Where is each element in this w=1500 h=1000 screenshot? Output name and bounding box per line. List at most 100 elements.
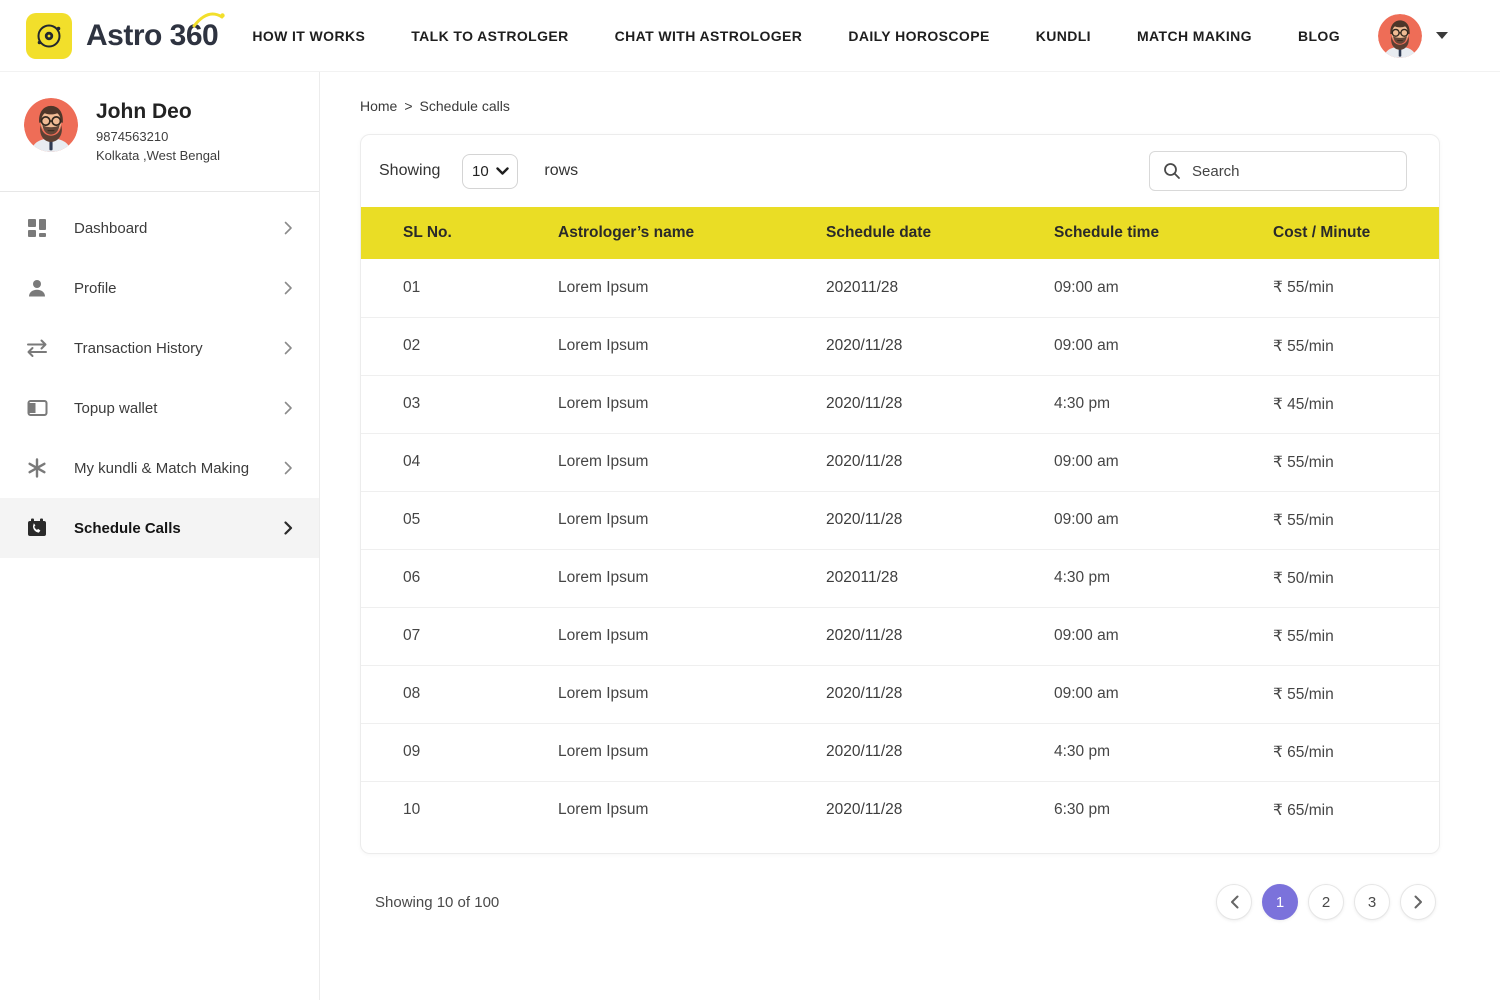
schedule-calls-icon [26,518,48,538]
cell-cost: ₹ 55/min [1231,665,1439,723]
pagination: 123 [1216,884,1436,920]
cell-date: 202011/28 [784,549,1012,607]
nav-link-chat-with-astrologer[interactable]: CHAT WITH ASTROLOGER [615,28,803,44]
chevron-right-icon [284,461,293,475]
chevron-right-icon [284,341,293,355]
table-row: 02Lorem Ipsum2020/11/2809:00 am₹ 55/min [361,317,1439,375]
cell-cost: ₹ 55/min [1231,259,1439,317]
cell-date: 2020/11/28 [784,491,1012,549]
sidebar-item-dashboard[interactable]: Dashboard [0,198,319,258]
cell-sl: 07 [361,607,516,665]
cell-time: 09:00 am [1012,433,1231,491]
chevron-right-icon [284,281,293,295]
cell-name: Lorem Ipsum [516,549,784,607]
search-input[interactable] [1192,163,1393,180]
table-row: 08Lorem Ipsum2020/11/2809:00 am₹ 55/min [361,665,1439,723]
cell-time: 09:00 am [1012,665,1231,723]
cell-date: 202011/28 [784,259,1012,317]
pagination-page-3[interactable]: 3 [1354,884,1390,920]
sidebar-item-label: Profile [74,280,117,297]
breadcrumb-home[interactable]: Home [360,98,397,114]
logo[interactable]: Astro 360 [26,13,218,59]
cell-date: 2020/11/28 [784,317,1012,375]
profile-avatar [24,98,78,152]
cell-cost: ₹ 65/min [1231,781,1439,839]
cell-name: Lorem Ipsum [516,723,784,781]
table-row: 04Lorem Ipsum2020/11/2809:00 am₹ 55/min [361,433,1439,491]
breadcrumb-current: Schedule calls [420,98,510,114]
sidebar-item-label: Schedule Calls [74,520,181,537]
cell-sl: 03 [361,375,516,433]
sidebar-item-profile[interactable]: Profile [0,258,319,318]
nav-links: HOW IT WORKS TALK TO ASTROLGER CHAT WITH A… [252,28,1340,44]
sidebar-item-label: Topup wallet [74,400,157,417]
table-row: 05Lorem Ipsum2020/11/2809:00 am₹ 55/min [361,491,1439,549]
cell-sl: 08 [361,665,516,723]
table-header: SL No.Astrologer’s nameSchedule dateSche… [361,207,1439,259]
table-row: 03Lorem Ipsum2020/11/284:30 pm₹ 45/min [361,375,1439,433]
cell-date: 2020/11/28 [784,433,1012,491]
sidebar: John Deo 9874563210 Kolkata ,West Bengal… [0,72,320,1000]
sidebar-menu: Dashboard Profile Transaction History Topup… [0,198,319,558]
logo-text: Astro 360 [86,19,218,53]
nav-link-kundli[interactable]: KUNDLI [1036,28,1091,44]
rows-per-page-select[interactable]: 10 [462,154,518,189]
nav-link-how-it-works[interactable]: HOW IT WORKS [252,28,365,44]
kundli-icon [26,458,48,478]
cell-date: 2020/11/28 [784,607,1012,665]
rows-label: rows [544,162,578,180]
main-content: Home > Schedule calls Showing 10 rows [321,72,1500,1000]
cell-time: 4:30 pm [1012,375,1231,433]
search-box [1149,151,1407,191]
chevron-right-icon [284,221,293,235]
table-row: 10Lorem Ipsum2020/11/286:30 pm₹ 65/min [361,781,1439,839]
sidebar-item-topup-wallet[interactable]: Topup wallet [0,378,319,438]
cell-cost: ₹ 65/min [1231,723,1439,781]
sidebar-item-schedule-calls[interactable]: Schedule Calls [0,498,319,558]
nav-link-blog[interactable]: BLOG [1298,28,1340,44]
logo-swoosh [192,10,226,28]
nav-link-talk-to-astrolger[interactable]: TALK TO ASTROLGER [411,28,568,44]
table-row: 06Lorem Ipsum202011/284:30 pm₹ 50/min [361,549,1439,607]
user-menu[interactable] [1378,14,1448,58]
breadcrumb-separator: > [404,98,412,114]
column-header-cost-minute: Cost / Minute [1231,207,1439,259]
cell-cost: ₹ 55/min [1231,433,1439,491]
nav-link-match-making[interactable]: MATCH MAKING [1137,28,1252,44]
cell-date: 2020/11/28 [784,723,1012,781]
column-header-astrologer-s-name: Astrologer’s name [516,207,784,259]
cell-name: Lorem Ipsum [516,259,784,317]
table-toolbar: Showing 10 rows [361,135,1439,207]
table-footer: Showing 10 of 100 123 [360,884,1440,920]
column-header-schedule-time: Schedule time [1012,207,1231,259]
chevron-left-icon [1230,895,1239,909]
chevron-down-icon [496,167,509,175]
cell-cost: ₹ 50/min [1231,549,1439,607]
table-row: 09Lorem Ipsum2020/11/284:30 pm₹ 65/min [361,723,1439,781]
sidebar-item-my-kundli-match-making[interactable]: My kundli & Match Making [0,438,319,498]
search-icon [1163,162,1181,180]
chevron-right-icon [284,521,293,535]
topup-wallet-icon [26,399,48,417]
profile-phone: 9874563210 [96,129,220,144]
pagination-prev-button[interactable] [1216,884,1252,920]
pagination-page-1[interactable]: 1 [1262,884,1298,920]
top-navbar: Astro 360 HOW IT WORKS TALK TO ASTROLGER C… [0,0,1500,72]
cell-cost: ₹ 45/min [1231,375,1439,433]
cell-date: 2020/11/28 [784,781,1012,839]
nav-link-daily-horoscope[interactable]: DAILY HOROSCOPE [848,28,989,44]
cell-time: 09:00 am [1012,491,1231,549]
breadcrumb: Home > Schedule calls [360,98,1500,114]
table-row: 01Lorem Ipsum202011/2809:00 am₹ 55/min [361,259,1439,317]
cell-name: Lorem Ipsum [516,781,784,839]
sidebar-profile: John Deo 9874563210 Kolkata ,West Bengal [0,72,319,187]
chevron-right-icon [284,401,293,415]
sidebar-item-transaction-history[interactable]: Transaction History [0,318,319,378]
logo-orbit-icon [26,13,72,59]
cell-cost: ₹ 55/min [1231,607,1439,665]
schedule-calls-table: SL No.Astrologer’s nameSchedule dateSche… [361,207,1439,839]
pagination-page-2[interactable]: 2 [1308,884,1344,920]
cell-name: Lorem Ipsum [516,433,784,491]
sidebar-item-label: Transaction History [74,340,203,357]
pagination-next-button[interactable] [1400,884,1436,920]
